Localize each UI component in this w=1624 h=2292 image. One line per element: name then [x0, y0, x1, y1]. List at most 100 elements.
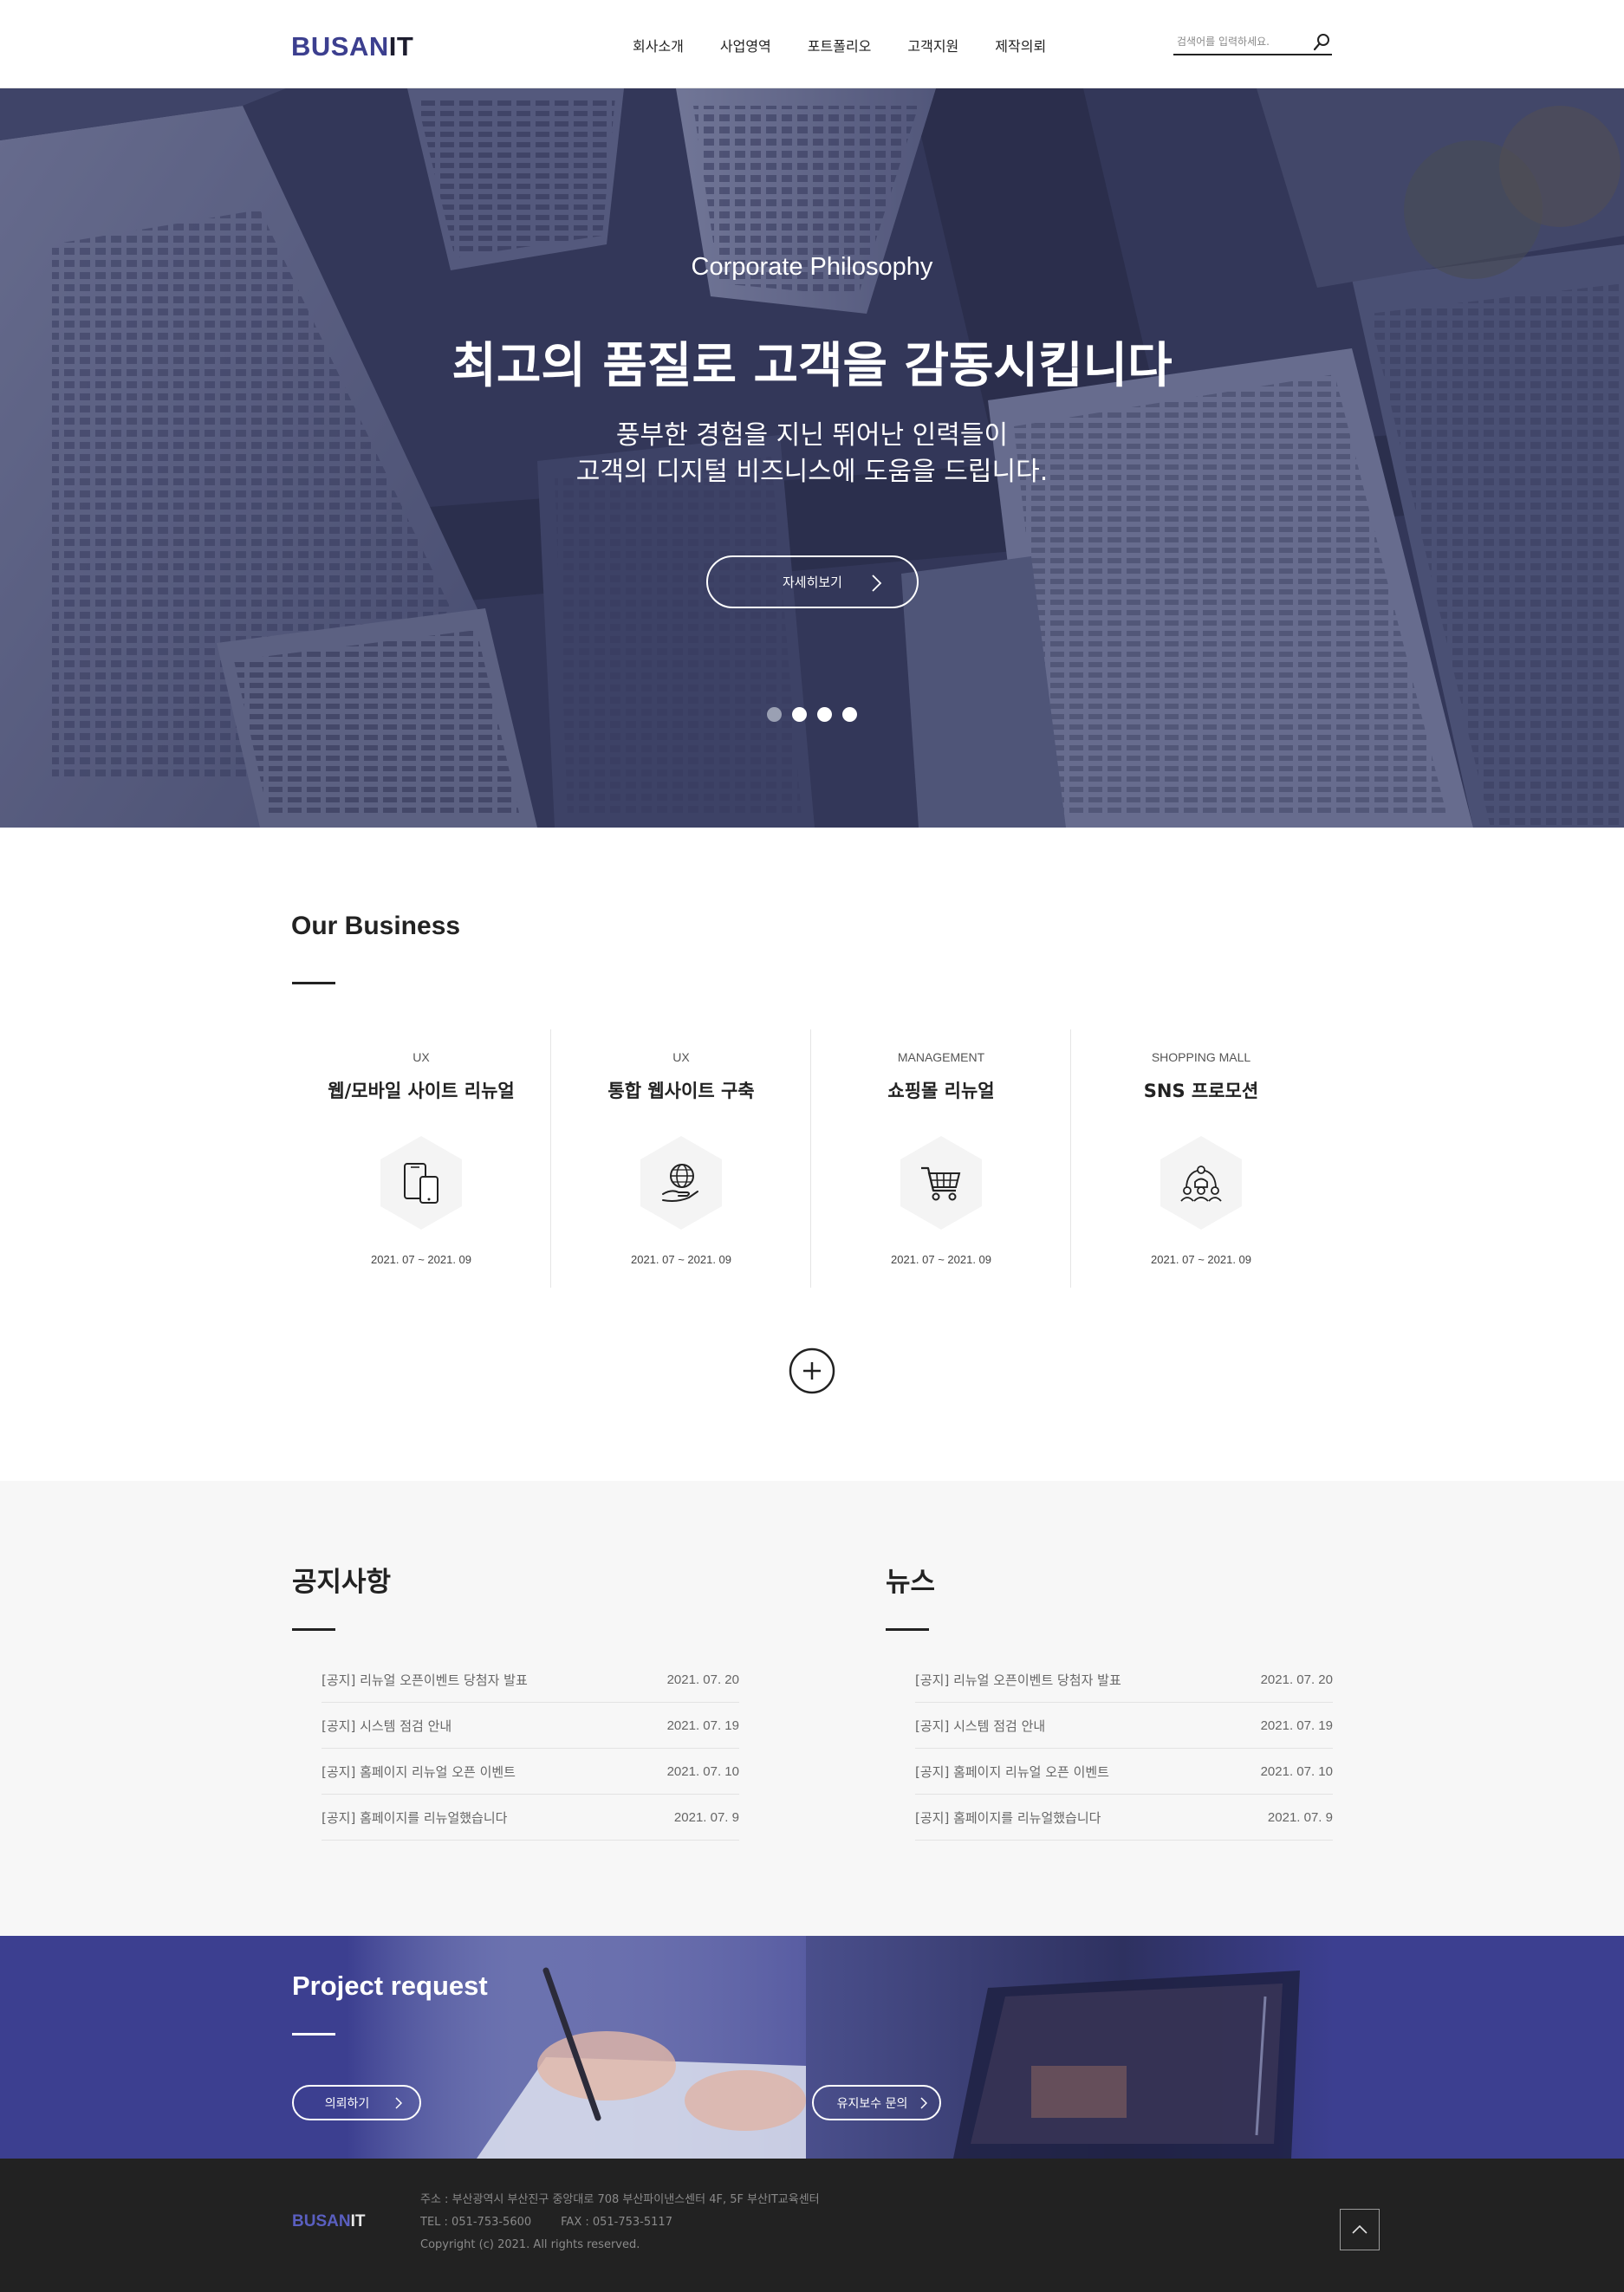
card-title: SNS 프로모션 [1143, 1081, 1259, 1101]
footer-copyright: Copyright (c) 2021. All rights reserved. [420, 2238, 640, 2251]
main-nav: 회사소개 사업영역 포트폴리오 고객지원 제작의뢰 [633, 35, 1082, 55]
mobile-devices-icon [404, 1163, 438, 1204]
notice-title[interactable]: 공지사항 [292, 1560, 391, 1599]
notice-text: [공지] 홈페이지 리뉴얼 오픈 이벤트 [322, 1763, 516, 1780]
news-text: [공지] 리뉴얼 오픈이벤트 당첨자 발표 [915, 1672, 1121, 1688]
board-section: 공지사항 [공지] 리뉴얼 오픈이벤트 당첨자 발표 2021. 07. 20 [… [0, 1481, 1624, 1936]
list-item[interactable]: [공지] 홈페이지 리뉴얼 오픈 이벤트 2021. 07. 10 [322, 1749, 739, 1795]
hero-description: 풍부한 경험을 지닌 뛰어난 인력들이 고객의 디지털 비즈니스에 도움을 드립… [0, 418, 1624, 490]
hero-title: 최고의 품질로 고객을 감동시킵니다 [451, 338, 1173, 394]
business-cards: UX 웹/모바일 사이트 리뉴얼 2021. 07 ~ 2021. 09 UX … [291, 1029, 1331, 1288]
footer-info: 주소 : 부산광역시 부산진구 중앙대로 708 부산파이낸스센터 4F, 5F… [420, 2189, 820, 2256]
project-title-underline [292, 2033, 335, 2036]
list-item[interactable]: [공지] 홈페이지를 리뉴얼했습니다 2021. 07. 9 [915, 1795, 1333, 1841]
card-category: MANAGEMENT [897, 1050, 985, 1064]
news-text: [공지] 시스템 점검 안내 [915, 1717, 1046, 1734]
business-card[interactable]: SHOPPING MALL SNS 프로모션 2021. 07 ~ 2021. … [1071, 1029, 1331, 1288]
news-text: [공지] 홈페이지를 리뉴얼했습니다 [915, 1809, 1101, 1826]
network-people-icon [1180, 1165, 1222, 1202]
logo-part2: IT [388, 31, 414, 62]
news-date: 2021. 07. 20 [1260, 1672, 1333, 1687]
notice-date: 2021. 07. 19 [666, 1717, 739, 1733]
slide-dot-3[interactable] [817, 707, 832, 722]
logo[interactable]: BUSANIT [291, 31, 413, 62]
globe-hand-icon [662, 1164, 698, 1202]
footer-tel: TEL : 051-753-5600 [420, 2216, 532, 2229]
hero-banner: Corporate Philosophy 최고의 품질로 고객을 감동시킵니다 … [0, 88, 1624, 828]
business-title: Our Business [291, 912, 461, 940]
slide-dot-1[interactable] [767, 707, 782, 722]
card-date: 2021. 07 ~ 2021. 09 [1150, 1253, 1252, 1266]
slide-dot-4[interactable] [842, 707, 857, 722]
chevron-right-icon [920, 2097, 927, 2109]
card-title: 웹/모바일 사이트 리뉴얼 [328, 1081, 515, 1101]
notice-date: 2021. 07. 10 [666, 1763, 739, 1779]
notice-date: 2021. 07. 20 [666, 1672, 739, 1687]
list-item[interactable]: [공지] 리뉴얼 오픈이벤트 당첨자 발표 2021. 07. 20 [322, 1657, 739, 1703]
project-title: Project request [292, 1971, 488, 2001]
nav-item-request[interactable]: 제작의뢰 [995, 35, 1046, 55]
list-item[interactable]: [공지] 시스템 점검 안내 2021. 07. 19 [322, 1703, 739, 1749]
business-card[interactable]: MANAGEMENT 쇼핑몰 리뉴얼 2021. 07 ~ 2021. 09 [811, 1029, 1071, 1288]
slider-pagination [767, 707, 867, 722]
notice-text: [공지] 시스템 점검 안내 [322, 1717, 452, 1734]
notice-title-underline [292, 1628, 335, 1631]
search-box [1173, 31, 1332, 55]
request-button[interactable]: 의뢰하기 [292, 2085, 421, 2120]
card-date: 2021. 07 ~ 2021. 09 [370, 1253, 472, 1266]
notice-text: [공지] 리뉴얼 오픈이벤트 당첨자 발표 [322, 1672, 528, 1688]
card-title: 쇼핑몰 리뉴얼 [887, 1081, 995, 1101]
news-date: 2021. 07. 19 [1260, 1717, 1333, 1733]
card-category: UX [672, 1050, 690, 1064]
list-item[interactable]: [공지] 홈페이지를 리뉴얼했습니다 2021. 07. 9 [322, 1795, 739, 1841]
search-icon[interactable] [1313, 33, 1330, 52]
footer-logo-part1: BUSAN [292, 2212, 351, 2230]
nav-item-portfolio[interactable]: 포트폴리오 [808, 35, 872, 55]
card-title: 통합 웹사이트 구축 [607, 1081, 755, 1101]
more-button-label: 자세히보기 [782, 575, 842, 590]
business-card[interactable]: UX 웹/모바일 사이트 리뉴얼 2021. 07 ~ 2021. 09 [291, 1029, 551, 1288]
news-title-underline [886, 1628, 929, 1631]
list-item[interactable]: [공지] 시스템 점검 안내 2021. 07. 19 [915, 1703, 1333, 1749]
news-text: [공지] 홈페이지 리뉴얼 오픈 이벤트 [915, 1763, 1109, 1780]
news-date: 2021. 07. 10 [1260, 1763, 1333, 1779]
project-request-section: Project request 의뢰하기 유지보수 문의 [0, 1936, 1624, 2159]
footer-fax: FAX : 051-753-5117 [561, 2216, 672, 2229]
news-date: 2021. 07. 9 [1267, 1809, 1333, 1825]
maintenance-inquiry-button[interactable]: 유지보수 문의 [812, 2085, 941, 2120]
card-date: 2021. 07 ~ 2021. 09 [890, 1253, 992, 1266]
logo-part1: BUSAN [291, 31, 389, 62]
chevron-up-icon [1352, 2224, 1367, 2234]
news-title[interactable]: 뉴스 [886, 1560, 935, 1599]
slide-dot-2[interactable] [792, 707, 807, 722]
card-category: UX [412, 1050, 430, 1064]
notice-date: 2021. 07. 9 [673, 1809, 739, 1825]
card-category: SHOPPING MALL [1151, 1050, 1251, 1064]
site-header: BUSANIT 회사소개 사업영역 포트폴리오 고객지원 제작의뢰 [0, 0, 1624, 88]
project-background-image [347, 1936, 1335, 2159]
chevron-right-icon [872, 575, 882, 592]
footer-contact: TEL : 051-753-5600 FAX : 051-753-5117 [420, 2211, 820, 2234]
nav-item-support[interactable]: 고객지원 [907, 35, 958, 55]
business-card[interactable]: UX 통합 웹사이트 구축 2021. 07 ~ 2021. 09 [551, 1029, 811, 1288]
more-button[interactable]: 자세히보기 [706, 555, 919, 608]
chevron-right-icon [395, 2097, 402, 2109]
business-title-underline [292, 982, 335, 984]
footer-logo[interactable]: BUSANIT [292, 2212, 365, 2231]
shopping-cart-icon [921, 1166, 961, 1201]
list-item[interactable]: [공지] 홈페이지 리뉴얼 오픈 이벤트 2021. 07. 10 [915, 1749, 1333, 1795]
hero-desc-line2: 고객의 디지털 비즈니스에 도움을 드립니다. [575, 457, 1049, 487]
maintenance-button-label: 유지보수 문의 [836, 2096, 908, 2111]
nav-item-company[interactable]: 회사소개 [633, 35, 684, 55]
nav-item-business[interactable]: 사업영역 [720, 35, 771, 55]
hero-desc-line1: 풍부한 경험을 지닌 뛰어난 인력들이 [615, 420, 1009, 451]
card-date: 2021. 07 ~ 2021. 09 [630, 1253, 732, 1266]
list-item[interactable]: [공지] 리뉴얼 오픈이벤트 당첨자 발표 2021. 07. 20 [915, 1657, 1333, 1703]
footer-logo-part2: IT [350, 2212, 366, 2230]
more-plus-button[interactable] [789, 1347, 835, 1394]
search-input[interactable] [1173, 31, 1303, 52]
notice-list: [공지] 리뉴얼 오픈이벤트 당첨자 발표 2021. 07. 20 [공지] 시… [322, 1657, 739, 1841]
request-button-label: 의뢰하기 [324, 2096, 370, 2111]
scroll-top-button[interactable] [1340, 2209, 1380, 2250]
footer-address: 주소 : 부산광역시 부산진구 중앙대로 708 부산파이낸스센터 4F, 5F… [420, 2193, 820, 2206]
